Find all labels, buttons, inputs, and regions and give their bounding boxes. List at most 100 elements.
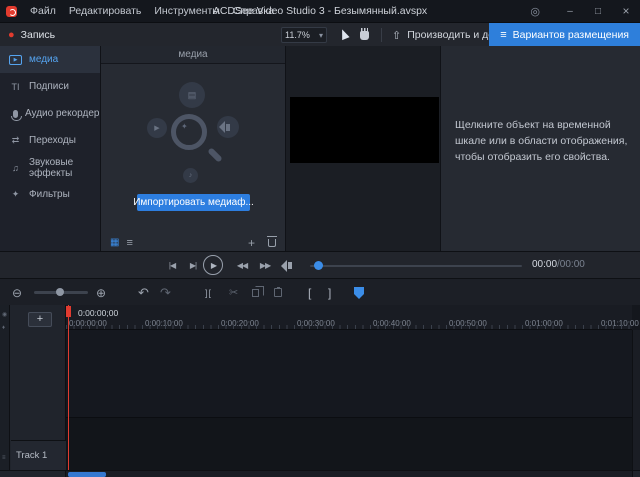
sidebar-item-label: Фильтры <box>29 189 70 200</box>
mark-in-icon[interactable]: [ <box>308 279 311 306</box>
rail-icon[interactable]: ◉ <box>2 311 7 318</box>
volume-button[interactable] <box>282 252 298 279</box>
sidebar-item-label: Подписи <box>29 81 69 92</box>
zoom-in-icon[interactable]: ⊕ <box>96 279 106 306</box>
select-tool-icon[interactable] <box>338 28 349 40</box>
sidebar-item-label: Переходы <box>29 135 76 146</box>
grid-view-icon[interactable]: ▦ <box>110 237 119 248</box>
preview-panel <box>285 46 440 251</box>
step-back-button[interactable]: |◀ <box>163 252 181 279</box>
transitions-icon: ⇄ <box>9 135 22 146</box>
camera-icon: ▤ <box>179 82 205 108</box>
timeline-ruler[interactable]: 0:00:00;00 0:00:00;00 0:00:10;00 0:00:20… <box>66 305 632 330</box>
properties-hint-text: Щелкните объект на временной шкале или в… <box>455 118 628 165</box>
split-icon[interactable]: ][ <box>205 279 212 306</box>
play-button[interactable]: ▶ <box>203 255 223 275</box>
acdsee-video-studio-window: Файл Редактировать Инструменты Справка A… <box>0 0 640 477</box>
magnifier-handle <box>207 147 223 163</box>
sidebar-item-transitions[interactable]: ⇄ Переходы <box>0 127 100 154</box>
add-track-button[interactable]: + <box>28 312 52 327</box>
redo-icon[interactable]: ↷ <box>160 279 171 306</box>
previous-frame-button[interactable]: ◀◀ <box>232 252 252 279</box>
pan-tool-icon[interactable] <box>360 31 369 40</box>
video-preview[interactable] <box>290 97 439 163</box>
timeline-zoom-handle[interactable] <box>56 288 64 296</box>
menu-file[interactable]: Файл <box>30 5 56 17</box>
list-view-icon[interactable]: ≡ <box>126 237 132 249</box>
share-icon: ⇧ <box>392 29 401 42</box>
layout-options-button[interactable]: ≡ Вариантов размещения <box>489 23 640 47</box>
undo-icon[interactable]: ↶ <box>138 279 149 306</box>
next-frame-button[interactable]: ▶▶ <box>255 252 275 279</box>
acdsee-brand-icon: ◎ <box>530 5 540 18</box>
seek-slider[interactable] <box>310 265 522 267</box>
record-label: Запись <box>21 29 55 41</box>
horizontal-scrollbar[interactable] <box>0 470 640 477</box>
track-header-column: ◉ ♦ ≡ + Track 1 <box>0 305 66 470</box>
track-lane[interactable] <box>66 330 632 418</box>
rail-icon[interactable]: ≡ <box>2 455 6 461</box>
sidebar-item-audio-recorder[interactable]: Аудио рекордер <box>0 100 100 127</box>
close-button[interactable]: × <box>612 0 640 22</box>
playhead-line[interactable] <box>68 305 69 470</box>
edit-toolbar: ⊖ ⊕ ↶ ↷ ][ ✂ [ ] <box>0 278 640 305</box>
captions-icon: TI <box>9 82 22 92</box>
playhead-handle[interactable] <box>66 306 71 317</box>
ruler-ticks <box>66 325 632 329</box>
vertical-scrollbar[interactable] <box>632 330 640 470</box>
add-media-icon[interactable]: + <box>248 236 255 250</box>
timeline-current-time: 0:00:00;00 <box>78 308 118 318</box>
menu-help[interactable]: Справка <box>233 5 274 17</box>
sidebar: ▶ медиа TI Подписи Аудио рекордер ⇄ Пере… <box>0 46 100 251</box>
menu-edit[interactable]: Редактировать <box>69 5 142 17</box>
import-media-button[interactable]: Импортировать медиаф... <box>137 194 250 211</box>
window-controls: ◎ – □ × <box>530 0 640 22</box>
zoom-level-value: 11.7% <box>285 30 310 40</box>
timeline-tracks-area[interactable] <box>66 330 632 470</box>
media-icon: ▶ <box>9 55 22 65</box>
step-forward-button[interactable]: ▶| <box>184 252 202 279</box>
record-button[interactable]: ● Запись <box>8 23 55 47</box>
mark-out-icon[interactable]: ] <box>328 279 331 306</box>
copy-glyph <box>252 289 259 297</box>
horizontal-scrollbar-thumb[interactable] <box>68 472 106 477</box>
transport-bar: |◀ ▶| ▶ ◀◀ ▶▶ 00:00/00:00 <box>0 251 640 278</box>
zoom-level-dropdown[interactable]: 11.7% ▾ <box>281 27 327 43</box>
microphone-icon <box>13 110 18 118</box>
minimize-button[interactable]: – <box>556 0 584 22</box>
track-rail: ◉ ♦ ≡ <box>0 305 10 470</box>
sidebar-item-sound-effects[interactable]: ♫ Звуковые эффекты <box>0 154 100 181</box>
timeline: 0:00:00;00 0:00:00;00 0:00:10;00 0:00:20… <box>0 305 640 470</box>
copy-icon[interactable] <box>252 279 259 306</box>
add-marker-icon[interactable] <box>354 287 364 294</box>
maximize-button[interactable]: □ <box>584 0 612 22</box>
sparkle-icon: ✦ <box>181 122 188 131</box>
paste-glyph <box>274 288 282 297</box>
menu-tools[interactable]: Инструменты <box>154 5 219 17</box>
speaker-circle <box>217 116 239 138</box>
chevron-down-icon: ▾ <box>319 31 323 40</box>
scissors-icon[interactable]: ✂ <box>229 279 238 306</box>
time-display: 00:00/00:00 <box>532 259 585 270</box>
media-panel-header: медиа <box>101 46 285 64</box>
scrollbar-header-spacer <box>0 471 66 477</box>
sidebar-item-media[interactable]: ▶ медиа <box>0 46 100 73</box>
app-logo-icon <box>6 6 17 17</box>
toolbar-divider <box>381 28 382 42</box>
sidebar-item-filters[interactable]: ✦ Фильтры <box>0 181 100 208</box>
scrollbar-corner <box>632 471 640 477</box>
rail-icon[interactable]: ♦ <box>2 325 5 331</box>
media-panel-footer: ▦ ≡ + <box>101 234 285 251</box>
sidebar-item-captions[interactable]: TI Подписи <box>0 73 100 100</box>
trash-icon[interactable] <box>268 239 276 247</box>
seek-slider-thumb[interactable] <box>314 261 323 270</box>
sound-effects-icon: ♫ <box>9 163 22 173</box>
zoom-out-icon[interactable]: ⊖ <box>12 279 22 306</box>
time-current: 00:00 <box>532 259 557 270</box>
magnifier-icon <box>171 114 207 150</box>
filters-icon: ✦ <box>9 189 22 200</box>
paste-icon[interactable] <box>274 279 282 306</box>
track-header[interactable]: Track 1 <box>11 440 66 470</box>
music-icon: ♪ <box>183 168 198 183</box>
main-toolbar: ● Запись 11.7% ▾ ⇧ Производить и делитьс… <box>0 22 640 46</box>
